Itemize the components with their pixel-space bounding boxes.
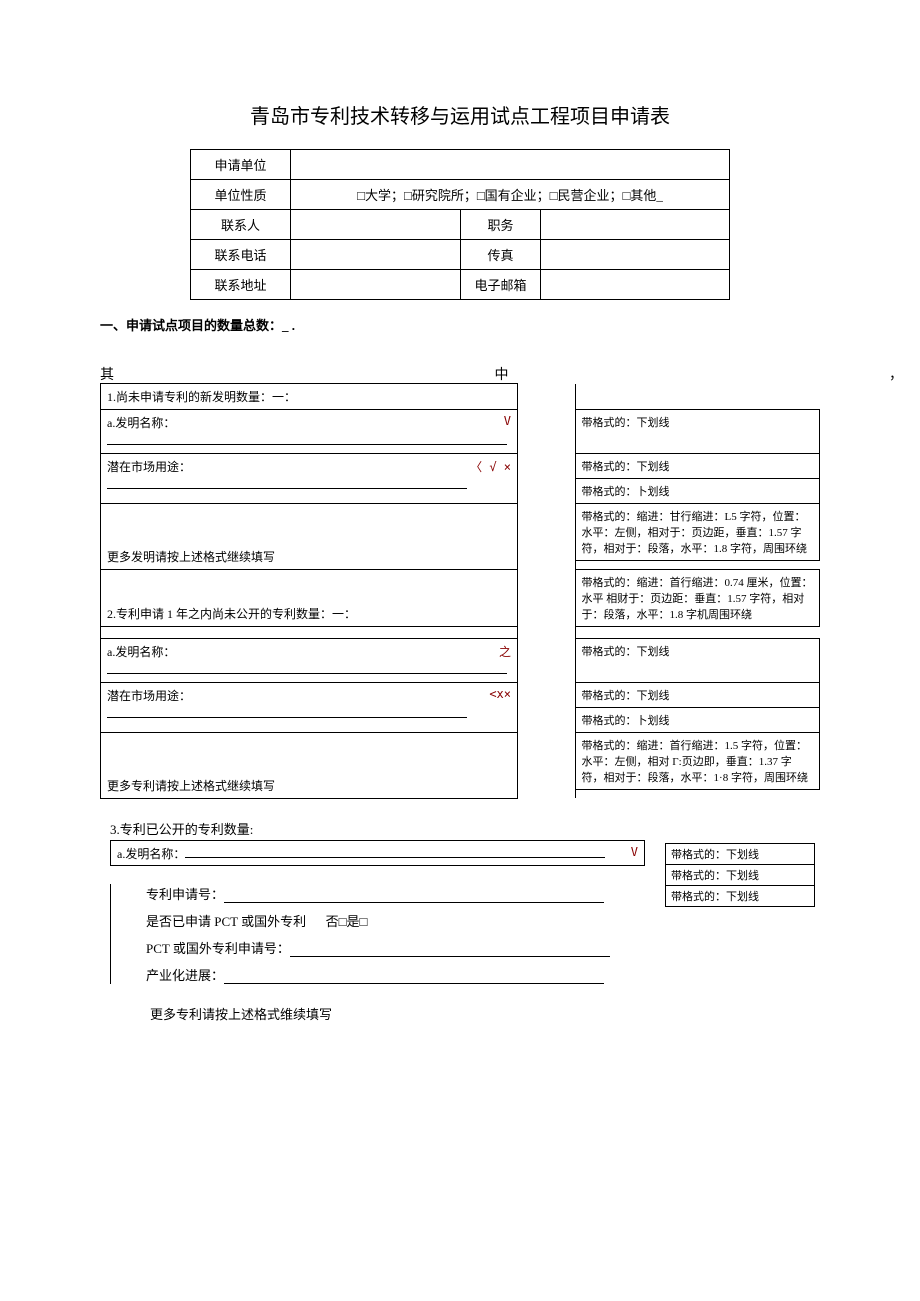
- invention-name-row[interactable]: a.发明名称： V: [101, 410, 518, 454]
- applicant-unit-value[interactable]: [291, 150, 730, 180]
- fax-value[interactable]: [541, 240, 730, 270]
- invention-name-label: a.发明名称：: [107, 416, 175, 430]
- phone-label: 联系电话: [191, 240, 291, 270]
- table-row: 联系地址 电子邮箱: [191, 270, 730, 300]
- table-row: 2.专利申请 1 年之内尚未公开的专利数量：一： 带格式的：缩进：首行缩进：0.…: [101, 570, 820, 627]
- among-label: 其 中 ，: [100, 364, 903, 384]
- position-label: 职务: [461, 210, 541, 240]
- among-mid: 中: [495, 364, 509, 384]
- format-note: 带格式的：下划线: [575, 454, 819, 479]
- marker-icon: V: [504, 414, 511, 428]
- format-note: 带格式的：缩进：首行缩进：1.5 字符，位置：水平：左侧，相对 Γ:页边即，垂直…: [575, 733, 819, 790]
- unit-nature-options[interactable]: □大学；□研究院所；□国有企业；□民营企业；□其他_: [291, 180, 730, 210]
- table-row: a.发明名称： 之 带格式的：下划线: [101, 639, 820, 683]
- contact-person-value[interactable]: [291, 210, 461, 240]
- among-end: ，: [889, 364, 903, 384]
- invention-name-field[interactable]: [107, 431, 507, 445]
- marker-icon: 〈 √ ×: [470, 458, 511, 475]
- sec3-pct-options[interactable]: 否□是□: [326, 914, 368, 929]
- potential-use-row[interactable]: 潜在市场用途： 〈 √ ×: [101, 454, 518, 504]
- marker-icon: V: [631, 845, 638, 859]
- invention-name-label: a.发明名称：: [107, 645, 175, 659]
- unit-nature-label: 单位性质: [191, 180, 291, 210]
- format-note: 带格式的：下划线: [665, 885, 815, 907]
- contact-person-label: 联系人: [191, 210, 291, 240]
- address-label: 联系地址: [191, 270, 291, 300]
- more-inventions: 更多发明请按上述格式继续填写: [101, 504, 518, 570]
- table-row: 1.尚未申请专利的新发明数量：一：: [101, 384, 820, 410]
- sec3-more: 更多专利请按上述格式维续填写: [150, 1004, 820, 1023]
- sec3-app-no-field[interactable]: [224, 889, 604, 903]
- more-patents: 更多专利请按上述格式继续填写: [101, 733, 518, 799]
- format-note: 带格式的：下划线: [575, 410, 819, 454]
- potential-use-row[interactable]: 潜在市场用途： <x×: [101, 683, 518, 733]
- phone-value[interactable]: [291, 240, 461, 270]
- among-left: 其: [100, 364, 114, 384]
- sec2-header: 2.专利申请 1 年之内尚未公开的专利数量：一：: [101, 570, 518, 627]
- sec3-pct-no-label: PCT 或国外专利申请号：: [146, 941, 290, 956]
- sec3-pct-question[interactable]: 是否已申请 PCT 或国外专利 否□是□: [146, 911, 820, 930]
- potential-use-field[interactable]: [107, 704, 467, 718]
- table-row: 联系电话 传真: [191, 240, 730, 270]
- sec3-header: 3.专利已公开的专利数量:: [110, 819, 820, 838]
- potential-use-label: 潜在市场用途：: [107, 689, 191, 703]
- sec3-app-no-label: 专利申请号：: [146, 887, 224, 902]
- address-value[interactable]: [291, 270, 461, 300]
- sec3-pct-no-field[interactable]: [290, 943, 610, 957]
- sec3-name-field[interactable]: [185, 844, 605, 858]
- sec3-name-label: a.发明名称：: [117, 847, 185, 861]
- applicant-unit-label: 申请单位: [191, 150, 291, 180]
- format-note: 带格式的：缩进：甘行缩进：L5 字符，位置：水平：左侧，相对于：页边距，垂直：1…: [575, 504, 819, 561]
- format-note: 带格式的：下划线: [575, 683, 819, 708]
- sec3-pct-q-label: 是否已申请 PCT 或国外专利: [146, 914, 306, 929]
- email-value[interactable]: [541, 270, 730, 300]
- applicant-info-table: 申请单位 单位性质 □大学；□研究院所；□国有企业；□民营企业；□其他_ 联系人…: [190, 149, 730, 300]
- sec3-progress-label: 产业化进展：: [146, 968, 224, 983]
- format-note: 带格式的：卜划线: [575, 479, 819, 504]
- format-note: 带格式的：缩进：首行缩进：0.74 厘米，位置：水平 相财于：页边距：垂直：1.…: [575, 570, 819, 627]
- fax-label: 传真: [461, 240, 541, 270]
- sec3-progress-row[interactable]: 产业化进展：: [146, 965, 820, 984]
- format-note: 带格式的：下划线: [665, 843, 815, 865]
- sec1-header: 1.尚未申请专利的新发明数量：一：: [101, 384, 518, 410]
- section-count-header: 一、申请试点项目的数量总数：_ .: [100, 315, 820, 334]
- table-row: 更多发明请按上述格式继续填写 带格式的：缩进：甘行缩进：L5 字符，位置：水平：…: [101, 504, 820, 561]
- table-row: 单位性质 □大学；□研究院所；□国有企业；□民营企业；□其他_: [191, 180, 730, 210]
- marker-icon: 之: [499, 643, 511, 660]
- table-row: a.发明名称： V 带格式的：下划线: [101, 410, 820, 454]
- page-title: 青岛市专利技术转移与运用试点工程项目申请表: [100, 100, 820, 129]
- table-row: 更多专利请按上述格式继续填写 带格式的：缩进：首行缩进：1.5 字符，位置：水平…: [101, 733, 820, 790]
- marker-icon: <x×: [489, 687, 511, 701]
- sec3-name-row[interactable]: a.发明名称： V: [110, 840, 645, 866]
- email-label: 电子邮箱: [461, 270, 541, 300]
- invention-name-field[interactable]: [107, 660, 507, 674]
- sec3-pct-no-row[interactable]: PCT 或国外专利申请号：: [146, 938, 820, 957]
- sec3-progress-field[interactable]: [224, 970, 604, 984]
- invention-name-row[interactable]: a.发明名称： 之: [101, 639, 518, 683]
- potential-use-label: 潜在市场用途：: [107, 460, 191, 474]
- table-row: 潜在市场用途： 〈 √ × 带格式的：下划线: [101, 454, 820, 479]
- format-note: 带格式的：下划线: [575, 639, 819, 683]
- table-row: 潜在市场用途： <x× 带格式的：下划线: [101, 683, 820, 708]
- sec3-notes: 带格式的：下划线 带格式的：下划线 带格式的：下划线: [665, 843, 815, 906]
- table-row: 申请单位: [191, 150, 730, 180]
- position-value[interactable]: [541, 210, 730, 240]
- format-note: 带格式的：下划线: [665, 864, 815, 886]
- format-note: 带格式的：卜划线: [575, 708, 819, 733]
- potential-use-field[interactable]: [107, 475, 467, 489]
- section1-table: 1.尚未申请专利的新发明数量：一： a.发明名称： V 带格式的：下划线 潜在市…: [100, 383, 820, 799]
- table-row: 联系人 职务: [191, 210, 730, 240]
